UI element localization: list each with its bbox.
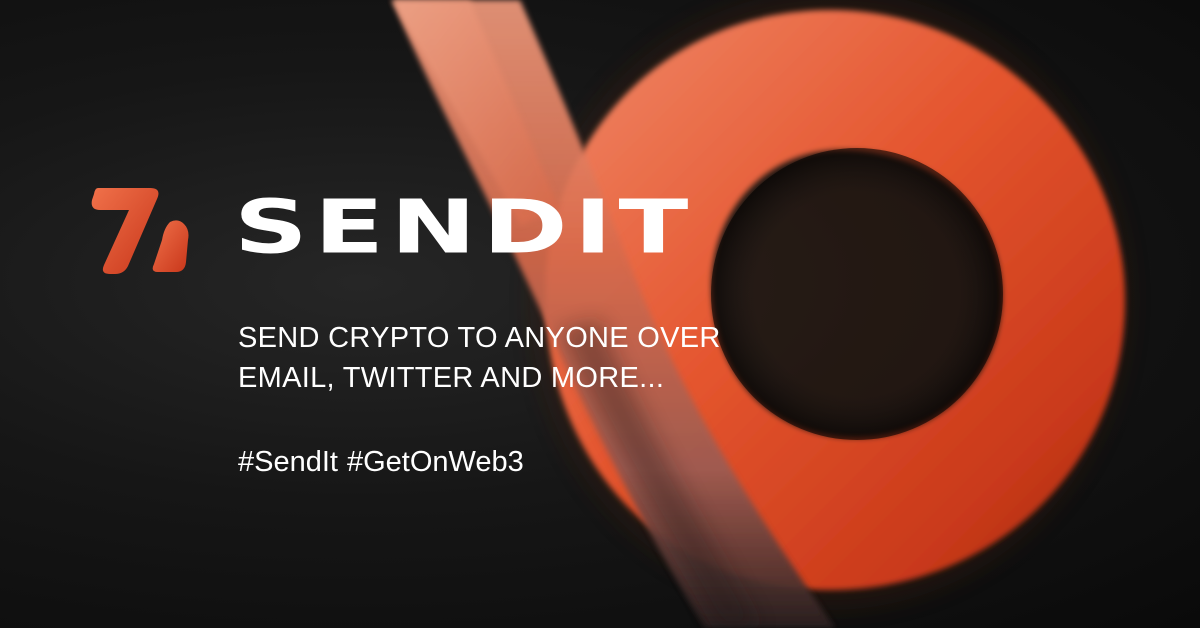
promo-banner: SENDIT SEND CRYPTO TO ANYONE OVER EMAIL,… <box>0 0 1200 628</box>
sendit-logo-icon <box>91 188 189 274</box>
tagline-line-1: SEND CRYPTO TO ANYONE OVER <box>238 322 721 354</box>
hashtags: #SendIt #GetOnWeb3 <box>238 442 524 482</box>
tagline-line-2: EMAIL, TWITTER AND MORE... <box>238 362 665 394</box>
hashtag-getonweb3: #GetOnWeb3 <box>346 446 524 478</box>
hashtag-sendit: #SendIt <box>238 446 338 478</box>
tagline: SEND CRYPTO TO ANYONE OVER EMAIL, TWITTE… <box>238 318 878 398</box>
orange-ribbon-illustration <box>392 0 1130 628</box>
brand-wordmark: SENDIT <box>234 183 695 270</box>
